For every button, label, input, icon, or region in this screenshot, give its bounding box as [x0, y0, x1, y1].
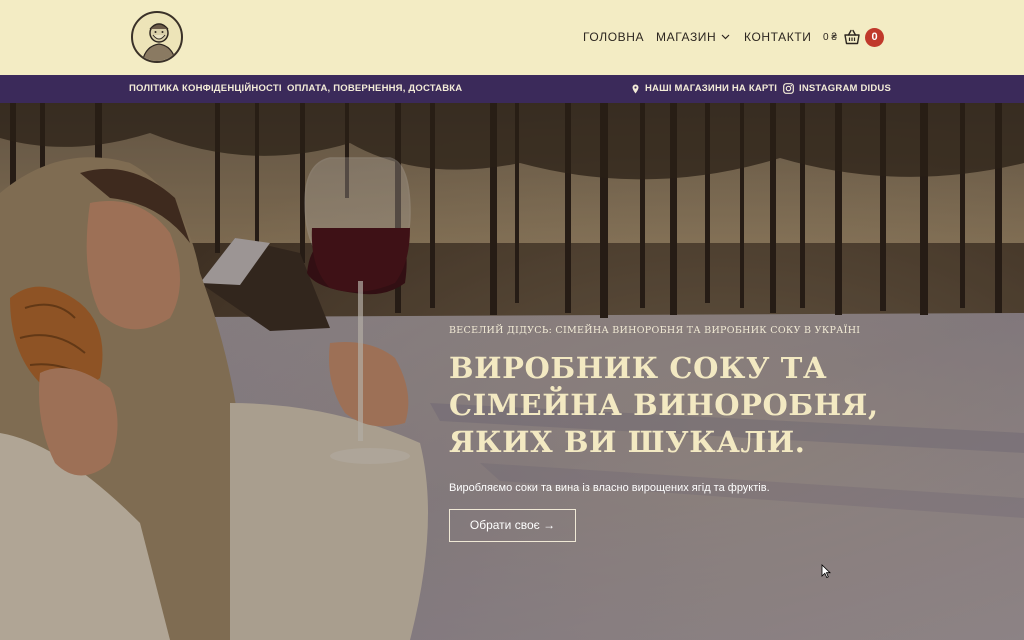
instagram-label: INSTAGRAM DIDUS [799, 83, 892, 94]
instagram-icon [783, 83, 794, 94]
nav-contacts[interactable]: КОНТАКТИ [744, 30, 812, 44]
hero-overline: ВЕСЕЛИЙ ДІДУСЬ: СІМЕЙНА ВИНОРОБНЯ ТА ВИР… [449, 325, 861, 336]
stores-map-link[interactable]: НАШІ МАГАЗИНИ НА КАРТІ [632, 83, 777, 94]
basket-icon[interactable] [843, 28, 861, 46]
hero-title: ВИРОБНИК СОКУ ТА СІМЕЙНА ВИНОРОБНЯ, ЯКИХ… [449, 350, 909, 461]
privacy-policy-link[interactable]: ПОЛІТИКА КОНФІДЕНЦІЙНОСТІ [129, 83, 282, 94]
site-header: ГОЛОВНА МАГАЗИН КОНТАКТИ 0 ₴ 0 [0, 0, 1024, 75]
payment-delivery-link[interactable]: ОПЛАТА, ПОВЕРНЕННЯ, ДОСТАВКА [287, 83, 462, 94]
hero-subtitle: Виробляємо соки та вина із власно вироще… [449, 482, 770, 494]
hero-title-line: ВИРОБНИК СОКУ ТА [449, 351, 828, 385]
secondary-nav-bar: ПОЛІТИКА КОНФІДЕНЦІЙНОСТІ ОПЛАТА, ПОВЕРН… [0, 75, 1024, 103]
cart-count-badge[interactable]: 0 [865, 28, 884, 47]
nav-shop-label: МАГАЗИН [656, 30, 717, 44]
mouse-cursor-icon [821, 564, 831, 578]
nav-home[interactable]: ГОЛОВНА [583, 30, 644, 44]
cart-price[interactable]: 0 ₴ [823, 32, 837, 43]
hero-title-line: СІМЕЙНА ВИНОРОБНЯ, [449, 388, 879, 422]
nav-shop[interactable]: МАГАЗИН [656, 30, 730, 44]
hero-title-line: ЯКИХ ВИ ШУКАЛИ. [449, 425, 806, 459]
stores-map-label: НАШІ МАГАЗИНИ НА КАРТІ [645, 83, 778, 94]
choose-yours-button[interactable]: Обрати своє → [449, 509, 576, 542]
grandpa-logo-icon[interactable] [131, 11, 183, 63]
chevron-down-icon [721, 34, 730, 40]
map-pin-icon [632, 84, 639, 93]
instagram-link[interactable]: INSTAGRAM DIDUS [783, 83, 891, 94]
hero-section: ВЕСЕЛИЙ ДІДУСЬ: СІМЕЙНА ВИНОРОБНЯ ТА ВИР… [0, 103, 1024, 640]
